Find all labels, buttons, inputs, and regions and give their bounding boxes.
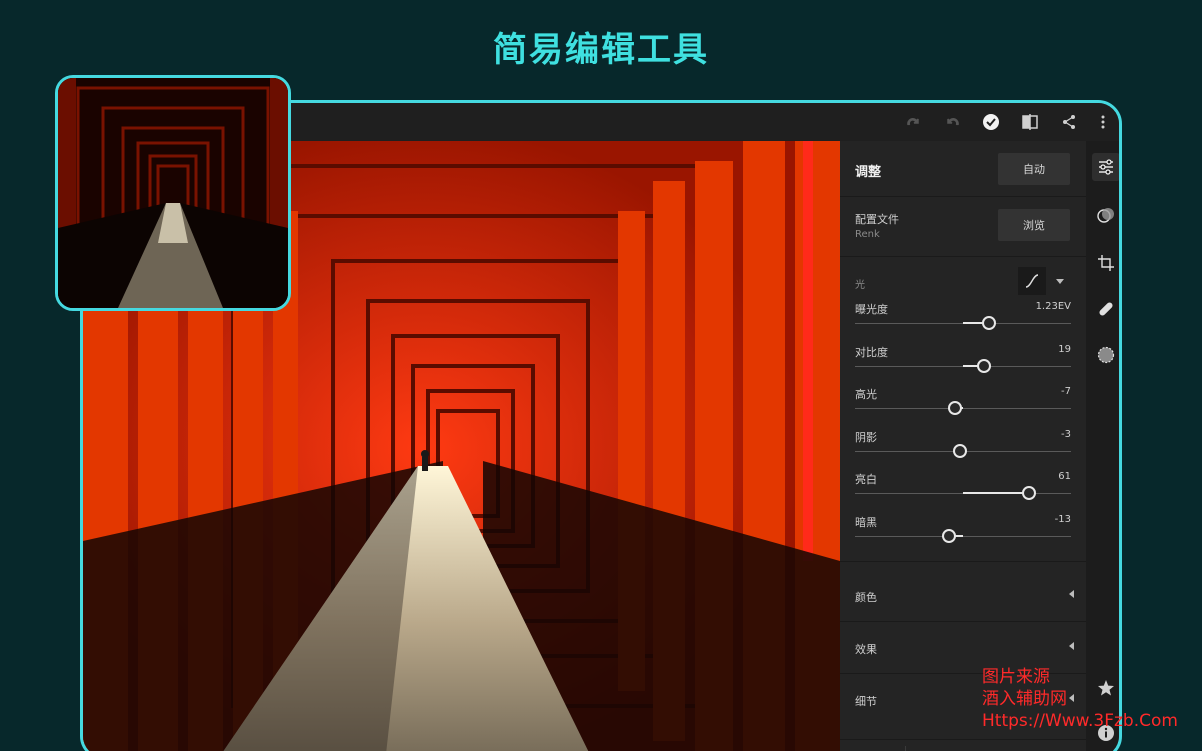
section-label: 效果 [855, 643, 877, 656]
divider [840, 621, 1086, 622]
presets-icon[interactable] [1092, 201, 1119, 229]
slider-track[interactable] [855, 535, 1071, 537]
slider-track[interactable] [855, 408, 1071, 409]
divider [840, 256, 1086, 257]
slider-value: 61 [1058, 471, 1071, 482]
divider [840, 196, 1086, 197]
slider-label: 亮白 [855, 473, 877, 486]
slider-value: 1.23EV [1035, 301, 1071, 312]
chevron-left-icon [1069, 590, 1074, 598]
slider-label: 暗黑 [855, 515, 877, 529]
slider-knob[interactable] [981, 316, 996, 330]
original-thumbnail [55, 75, 291, 311]
slider-value: -7 [1061, 386, 1071, 397]
panel-bottom-bar: 重置 [840, 739, 1086, 751]
auto-button[interactable]: 自动 [998, 153, 1070, 185]
curve-icon[interactable] [1018, 267, 1046, 295]
section-label: 颜色 [855, 591, 877, 604]
tool-rail [1086, 141, 1119, 751]
slider-value: -13 [1054, 513, 1071, 525]
adjust-sliders-icon[interactable] [1092, 153, 1119, 181]
healing-icon[interactable] [1092, 295, 1119, 323]
slider-row[interactable]: 亮白 61 [855, 471, 1071, 511]
slider-label: 高光 [855, 388, 877, 401]
adjust-panel: 调整 自动 配置文件 Renk 浏览 光 曝光度 1.23EV 对比度 19 高光 -7 阴… [840, 141, 1086, 751]
profile-value: Renk [855, 229, 880, 240]
watermark-line: Https://Www.3Fzb.Com [982, 711, 1178, 731]
slider-knob[interactable] [941, 528, 956, 543]
section-color[interactable]: 颜色 [840, 571, 1086, 621]
share-icon[interactable] [1057, 110, 1081, 134]
watermark: 图片来源 酒入辅助网 Https://Www.3Fzb.Com [982, 666, 1178, 732]
slider-label: 曝光度 [855, 303, 888, 316]
slider-knob[interactable] [1021, 486, 1036, 500]
slider-row[interactable]: 暗黑 -13 [855, 514, 1071, 554]
profile-label: 配置文件 [855, 213, 899, 226]
slider-row[interactable]: 高光 -7 [855, 386, 1071, 426]
light-section-label: 光 [855, 280, 865, 291]
redo-icon[interactable] [901, 110, 925, 134]
panel-title: 调整 [855, 165, 882, 180]
crop-icon[interactable] [1092, 249, 1119, 277]
undo-icon[interactable] [941, 110, 965, 134]
compare-icon[interactable] [1018, 110, 1042, 134]
slider-row[interactable]: 对比度 19 [855, 344, 1071, 384]
watermark-line: 酒入辅助网 [982, 689, 1067, 709]
slider-fill [963, 492, 1029, 494]
done-check-icon[interactable] [979, 110, 1003, 134]
slider-row[interactable]: 阴影 -3 [855, 429, 1071, 469]
chevron-down-icon[interactable] [1056, 279, 1064, 284]
slider-row[interactable]: 曝光度 1.23EV [855, 301, 1071, 341]
selective-icon[interactable] [1092, 341, 1119, 369]
slider-knob[interactable] [948, 401, 963, 415]
slider-label: 阴影 [855, 430, 877, 444]
browse-button[interactable]: 浏览 [998, 209, 1070, 241]
page-headline: 简易编辑工具 [493, 30, 709, 70]
chevron-left-icon [1069, 642, 1074, 650]
section-label: 细节 [855, 695, 877, 708]
more-vertical-icon[interactable] [1091, 110, 1115, 134]
slider-knob[interactable] [952, 443, 967, 458]
divider [840, 561, 1086, 562]
slider-value: 19 [1058, 343, 1071, 355]
slider-knob[interactable] [976, 358, 991, 373]
watermark-line: 图片来源 [982, 667, 1050, 687]
slider-value: -3 [1061, 428, 1071, 440]
divider [905, 746, 906, 751]
slider-label: 对比度 [855, 345, 888, 359]
